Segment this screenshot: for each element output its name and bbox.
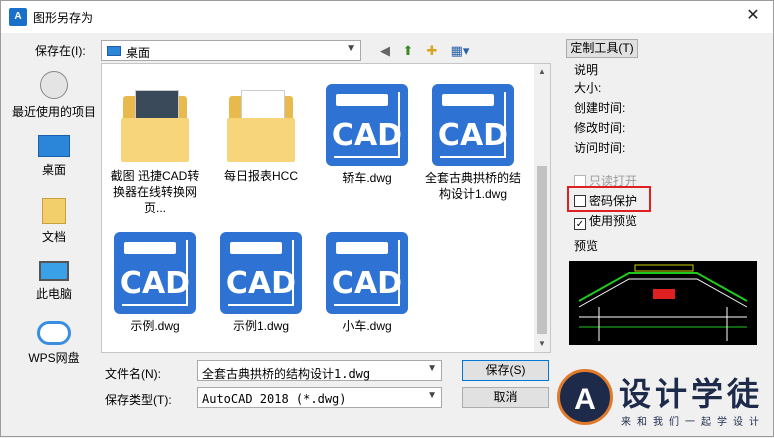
new-folder-icon[interactable]: ✚ — [423, 42, 441, 60]
place-this-pc[interactable]: 此电脑 — [9, 261, 99, 302]
cad-file-icon: CAD — [432, 84, 514, 166]
filetype-label: 保存类型(T): — [105, 393, 172, 407]
cad-file-icon: CAD — [220, 232, 302, 314]
cad-file-icon: CAD — [326, 232, 408, 314]
highlight-frame — [567, 186, 651, 212]
chevron-down-icon: ▼ — [346, 43, 356, 54]
file-item[interactable]: CAD 示例1.dwg — [211, 232, 311, 334]
file-item[interactable]: CAD 示例.dwg — [105, 232, 205, 334]
file-item[interactable]: 每日报表HCC — [211, 82, 311, 184]
cad-file-icon: CAD — [326, 84, 408, 166]
drawing-preview — [569, 261, 757, 345]
file-item[interactable]: CAD 小车.dwg — [317, 232, 417, 334]
watermark-logo: A 设计学徒 来和我们一起学设计 — [557, 361, 774, 438]
title-bar: A 图形另存为 ✕ — [1, 1, 773, 33]
info-accessed-label: 访问时间: — [574, 141, 626, 155]
filename-label: 文件名(N): — [105, 367, 161, 381]
folder-icon — [117, 82, 193, 164]
cancel-button[interactable]: 取消 — [462, 387, 549, 408]
place-label: 最近使用的项目 — [11, 105, 96, 119]
info-size-label: 大小: — [574, 81, 602, 95]
logo-badge: A — [557, 369, 613, 425]
save-in-dropdown[interactable]: 桌面 ▼ — [101, 40, 361, 61]
use-preview-checkbox[interactable]: ✓ 使用预览 — [574, 212, 637, 230]
file-item[interactable]: CAD 轿车.dwg — [317, 84, 417, 186]
documents-icon — [42, 198, 66, 224]
info-created-label: 创建时间: — [574, 101, 626, 115]
place-label: 此电脑 — [35, 287, 72, 301]
cloud-drive-icon — [37, 321, 71, 345]
places-bar: 最近使用的项目 桌面 文档 此电脑 WPS网盘 — [9, 63, 99, 369]
back-icon[interactable]: ◀ — [376, 42, 394, 60]
filetype-value: AutoCAD 2018 (*.dwg) — [202, 392, 347, 406]
use-preview-label: 使用预览 — [589, 214, 638, 228]
file-item[interactable]: 截图 迅捷CAD转换器在线转换网页... — [105, 82, 205, 216]
place-documents[interactable]: 文档 — [9, 198, 99, 245]
close-button[interactable]: ✕ — [733, 1, 773, 31]
save-in-value: 桌面 — [126, 46, 151, 60]
up-folder-icon[interactable]: ⬆ — [399, 42, 417, 60]
place-wps-cloud[interactable]: WPS网盘 — [9, 321, 99, 366]
scroll-up-icon[interactable]: ▲ — [534, 64, 550, 80]
place-recent-items[interactable]: 最近使用的项目 — [9, 71, 99, 120]
save-in-label: 保存在(I): — [35, 44, 86, 58]
this-pc-icon — [39, 261, 69, 281]
info-modified-label: 修改时间: — [574, 121, 626, 135]
save-as-dialog: A 图形另存为 ✕ 保存在(I): 桌面 ▼ ◀ ⬆ ✚ ▦▾ 最近使用的项目 … — [0, 0, 774, 437]
file-name: 小车.dwg — [342, 319, 392, 333]
recent-items-icon — [40, 71, 68, 99]
file-name: 全套古典拱桥的结构设计1.dwg — [424, 171, 521, 201]
autocad-app-icon: A — [9, 8, 27, 26]
logo-brand: 设计学徒 — [619, 376, 764, 412]
scroll-down-icon[interactable]: ▼ — [534, 336, 550, 352]
window-title: 图形另存为 — [33, 11, 94, 25]
desktop-icon — [38, 135, 70, 157]
file-list[interactable]: 截图 迅捷CAD转换器在线转换网页... 每日报表HCC CAD 轿车.dwg … — [101, 63, 551, 353]
place-label: 文档 — [41, 230, 66, 244]
file-item[interactable]: CAD 全套古典拱桥的结构设计1.dwg — [423, 84, 523, 202]
chevron-down-icon: ▼ — [427, 390, 437, 401]
save-button[interactable]: 保存(S) — [462, 360, 549, 381]
place-label: WPS网盘 — [28, 351, 80, 365]
info-heading: 说明 — [574, 63, 599, 77]
file-name: 示例.dwg — [130, 319, 180, 333]
preview-drawing — [578, 264, 748, 341]
file-list-scrollbar[interactable]: ▲ ▼ — [534, 64, 550, 352]
view-menu-icon[interactable]: ▦▾ — [447, 42, 473, 60]
file-name: 示例1.dwg — [232, 319, 290, 333]
filetype-dropdown[interactable]: AutoCAD 2018 (*.dwg) ▼ — [197, 387, 442, 408]
file-name: 每日报表HCC — [224, 169, 298, 183]
checkmark-icon: ✓ — [574, 218, 586, 230]
custom-tools-button[interactable]: 定制工具(T) — [566, 39, 638, 58]
preview-label: 预览 — [574, 239, 599, 253]
filename-field[interactable]: 全套古典拱桥的结构设计1.dwg ▼ — [197, 360, 442, 381]
cad-file-icon: CAD — [114, 232, 196, 314]
folder-icon — [223, 82, 299, 164]
logo-slogan: 来和我们一起学设计 — [621, 417, 765, 428]
place-label: 桌面 — [41, 163, 66, 177]
desktop-icon — [107, 46, 121, 56]
place-desktop[interactable]: 桌面 — [9, 135, 99, 178]
file-name: 轿车.dwg — [342, 171, 392, 185]
scrollbar-thumb[interactable] — [537, 166, 547, 334]
file-name: 截图 迅捷CAD转换器在线转换网页... — [110, 169, 200, 215]
chevron-down-icon: ▼ — [427, 363, 437, 374]
filename-value: 全套古典拱桥的结构设计1.dwg — [202, 367, 371, 381]
